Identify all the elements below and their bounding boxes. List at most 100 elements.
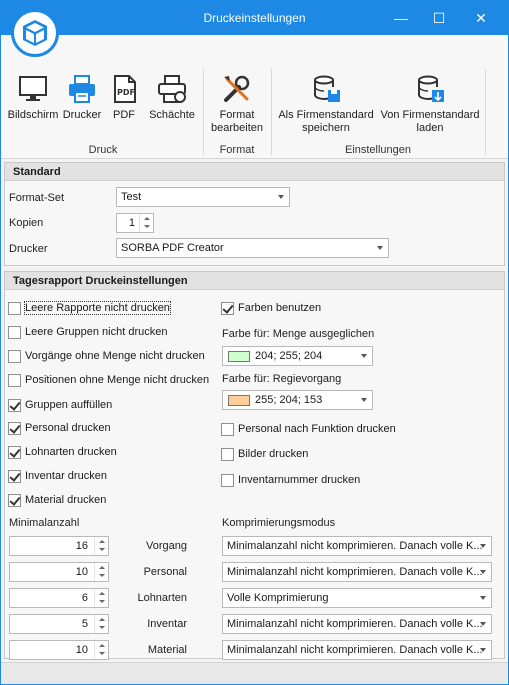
chevron-down-icon xyxy=(480,596,486,600)
format-set-label: Format-Set xyxy=(9,192,65,204)
von-firmenstandard-label-1: Von Firmenstandard xyxy=(380,109,480,121)
komprimierung-dropdown-material[interactable]: Minimalanzahl nicht komprimieren. Danach… xyxy=(222,640,492,660)
checkbox-box[interactable] xyxy=(8,350,21,363)
als-firmenstandard-label-2: speichern xyxy=(302,122,350,134)
checkbox-box[interactable] xyxy=(8,399,21,412)
farbe-regie-picker[interactable]: 255; 204; 153 xyxy=(222,390,373,410)
checkbox-box[interactable] xyxy=(8,302,21,315)
checkbox-label: Farben benutzen xyxy=(238,302,322,314)
database-save-icon xyxy=(314,75,340,102)
printer-tray-icon xyxy=(158,75,186,103)
checkbox-label: Leere Rapporte nicht drucken xyxy=(24,301,171,315)
checkbox-box[interactable] xyxy=(8,470,21,483)
checkbox-box[interactable] xyxy=(221,302,234,315)
spin-down-icon xyxy=(144,225,150,228)
chevron-down-icon xyxy=(377,246,383,250)
format-bearbeiten-label-1: Format xyxy=(219,109,255,121)
maximize-button[interactable]: ☐ xyxy=(419,1,459,35)
schaechte-button[interactable]: Schächte xyxy=(145,73,199,122)
pdf-button[interactable]: PDF PDF xyxy=(105,73,143,122)
drucker-dropdown[interactable]: SORBA PDF Creator xyxy=(116,238,389,258)
spin-arrows[interactable] xyxy=(94,615,108,633)
minimize-button[interactable]: — xyxy=(381,1,421,35)
spin-arrows[interactable] xyxy=(94,563,108,581)
checkbox-box[interactable] xyxy=(221,423,234,436)
row-label-personal: Personal xyxy=(143,566,187,578)
bildschirm-button[interactable]: Bildschirm xyxy=(7,73,59,122)
spin-down-icon xyxy=(99,548,105,551)
minimalanzahl-stepper-personal[interactable]: 10 xyxy=(9,562,109,582)
kopien-stepper[interactable]: 1 xyxy=(116,213,154,233)
spin-down-icon xyxy=(99,626,105,629)
farbe-menge-label: Farbe für: Menge ausgeglichen xyxy=(222,328,375,340)
spin-down-icon xyxy=(99,574,105,577)
monitor-icon xyxy=(19,76,47,101)
format-set-dropdown[interactable]: Test xyxy=(116,187,290,207)
minimalanzahl-stepper-vorgang[interactable]: 16 xyxy=(9,536,109,556)
checkbox-label: Vorgänge ohne Menge nicht drucken xyxy=(25,350,205,362)
format-set-value: Test xyxy=(121,191,142,203)
app-logo[interactable] xyxy=(11,9,59,57)
spin-arrows[interactable] xyxy=(94,589,108,607)
group-label-format: Format xyxy=(219,144,255,156)
komprimierung-value: Minimalanzahl nicht komprimieren. Danach… xyxy=(227,618,483,630)
spin-down-icon xyxy=(99,600,105,603)
tools-icon xyxy=(224,75,250,102)
checkbox-box[interactable] xyxy=(8,446,21,459)
spin-arrows[interactable] xyxy=(94,537,108,555)
spin-up-icon xyxy=(99,618,105,621)
checkbox-label: Positionen ohne Menge nicht drucken xyxy=(25,374,210,386)
minimalanzahl-stepper-lohnarten[interactable]: 6 xyxy=(9,588,109,608)
title-bar: Druckeinstellungen — ☐ ✕ xyxy=(1,1,508,35)
ribbon-separator xyxy=(203,69,204,155)
checkbox-box[interactable] xyxy=(221,474,234,487)
ribbon-separator xyxy=(485,69,486,155)
svg-text:PDF: PDF xyxy=(117,88,135,97)
row-label-vorgang: Vorgang xyxy=(146,540,187,552)
spin-arrows[interactable] xyxy=(94,641,108,659)
farbe-menge-picker[interactable]: 204; 255; 204 xyxy=(222,346,373,366)
checkbox-box[interactable] xyxy=(221,448,234,461)
row-label-inventar: Inventar xyxy=(147,618,187,630)
stepper-value: 10 xyxy=(75,644,88,656)
checkbox-label: Material drucken xyxy=(25,494,107,506)
checkbox-label: Leere Gruppen nicht drucken xyxy=(25,326,168,338)
checkbox-box[interactable] xyxy=(8,494,21,507)
checkbox-label: Lohnarten drucken xyxy=(25,446,117,458)
close-button[interactable]: ✕ xyxy=(461,1,501,35)
spin-arrows[interactable] xyxy=(139,214,153,232)
als-firmenstandard-speichern-button[interactable]: Als Firmenstandard speichern xyxy=(275,73,377,135)
komprimierung-dropdown-personal[interactable]: Minimalanzahl nicht komprimieren. Danach… xyxy=(222,562,492,582)
checkbox-box[interactable] xyxy=(8,422,21,435)
minimalanzahl-stepper-material[interactable]: 10 xyxy=(9,640,109,660)
von-firmenstandard-laden-button[interactable]: Von Firmenstandard laden xyxy=(379,73,481,135)
komprimierung-dropdown-lohnarten[interactable]: Volle Komprimierung xyxy=(222,588,492,608)
komprimierung-value: Volle Komprimierung xyxy=(227,592,329,604)
chevron-down-icon xyxy=(480,544,486,548)
checkbox-label: Personal drucken xyxy=(25,422,111,434)
checkbox-box[interactable] xyxy=(8,374,21,387)
chevron-down-icon xyxy=(278,195,284,199)
stepper-value: 5 xyxy=(81,618,88,630)
bildschirm-label: Bildschirm xyxy=(7,109,59,121)
komprimierung-dropdown-inventar[interactable]: Minimalanzahl nicht komprimieren. Danach… xyxy=(222,614,492,634)
standard-section: Standard Format-Set Test Kopien 1 Drucke… xyxy=(4,162,505,266)
checkbox-label: Gruppen auffüllen xyxy=(25,399,113,411)
chevron-down-icon xyxy=(480,570,486,574)
group-label-druck: Druck xyxy=(88,144,118,156)
tagesrapport-section: Tagesrapport Druckeinstellungen Leere Ra… xyxy=(4,271,505,660)
spin-up-icon xyxy=(144,217,150,220)
schaechte-label: Schächte xyxy=(149,109,195,121)
von-firmenstandard-label-2: laden xyxy=(416,122,444,134)
stepper-value: 6 xyxy=(81,592,88,604)
komprimierung-value: Minimalanzahl nicht komprimieren. Danach… xyxy=(227,540,483,552)
tagesrapport-section-title: Tagesrapport Druckeinstellungen xyxy=(5,272,504,290)
checkbox-box[interactable] xyxy=(8,326,21,339)
komprimierung-dropdown-vorgang[interactable]: Minimalanzahl nicht komprimieren. Danach… xyxy=(222,536,492,556)
format-bearbeiten-button[interactable]: Format bearbeiten xyxy=(207,73,267,135)
print-settings-window: Druckeinstellungen — ☐ ✕ Bildschirm Druc… xyxy=(0,0,509,685)
color-swatch xyxy=(228,351,250,362)
minimalanzahl-stepper-inventar[interactable]: 5 xyxy=(9,614,109,634)
kopien-label: Kopien xyxy=(9,217,44,229)
drucker-button[interactable]: Drucker xyxy=(61,73,103,122)
